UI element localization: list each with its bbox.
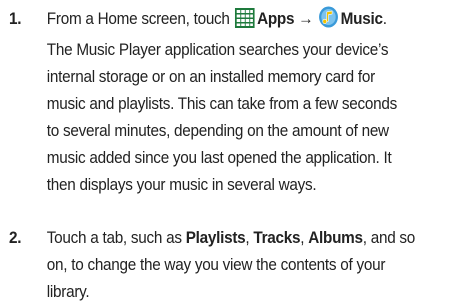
- arrow: →: [298, 9, 314, 28]
- music-note-icon: [318, 6, 338, 36]
- tab-tracks-label: Tracks: [253, 228, 301, 247]
- step-2-suffix: , and so: [362, 228, 416, 247]
- paragraph-line: music and playlists. This can take from …: [46, 94, 398, 113]
- music-label: Music: [340, 9, 383, 28]
- comma: ,: [300, 228, 305, 247]
- tab-albums-label: Albums: [308, 228, 363, 247]
- step-2-first-line: Touch a tab, such as Playlists, Tracks , …: [47, 224, 472, 251]
- period: .: [382, 9, 387, 28]
- paragraph-line: internal storage or on an installed memo…: [46, 67, 375, 86]
- apps-label: Apps: [257, 9, 295, 28]
- apps-grid-icon: [234, 8, 255, 36]
- paragraph-line: to several minutes, depending on the amo…: [46, 121, 389, 140]
- paragraph-line: music added since you last opened the ap…: [46, 148, 392, 167]
- step-text: From a Home screen, touch Apps → Music. …: [47, 5, 472, 198]
- step-text: Touch a tab, such as Playlists, Tracks , …: [47, 224, 472, 305]
- step-1-first-line: From a Home screen, touch Apps → Music.: [47, 5, 472, 36]
- tab-playlists-label: Playlists: [185, 228, 246, 247]
- step-number: 1.: [9, 9, 22, 28]
- step-1-intro: From a Home screen, touch: [46, 9, 230, 28]
- instruction-page: 1. From a Home screen, touch Apps → Musi…: [0, 0, 472, 301]
- paragraph-line: on, to change the way you view the conte…: [46, 255, 386, 274]
- paragraph-line: The Music Player application searches yo…: [46, 40, 389, 59]
- comma: ,: [245, 228, 250, 247]
- step-2-prefix: Touch a tab, such as: [46, 228, 182, 247]
- paragraph-line: then displays your music in several ways…: [46, 175, 317, 194]
- step-number: 2.: [9, 228, 22, 247]
